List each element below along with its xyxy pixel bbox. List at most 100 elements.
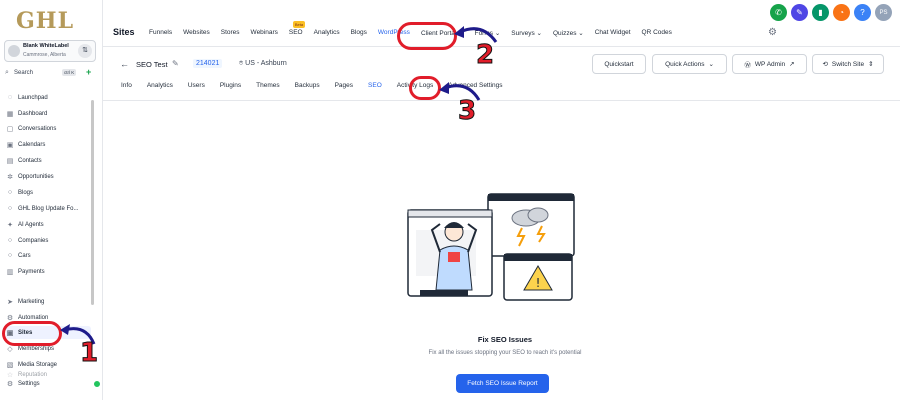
tab-users[interactable]: Users [188,82,205,89]
search-shortcut: ctrl K [62,69,77,76]
tab-qr-codes[interactable]: QR Codes [642,29,672,37]
online-status-dot [92,379,102,389]
site-id-badge[interactable]: 214021 [193,59,223,68]
quick-add-icon[interactable]: + [86,67,91,77]
svg-text:!: ! [536,276,541,290]
sidebar-item-blogs[interactable]: ○ Blogs [6,186,91,199]
chevron-down-icon: ⌄ [708,61,714,68]
sidebar-item-label: Conversations [18,125,57,132]
sidebar-item-label: Contacts [18,157,42,164]
tab-seo-label: SEO [288,29,303,36]
beta-badge: Beta [292,21,306,28]
tab-analytics[interactable]: Analytics [314,29,340,37]
ai-icon: ✦ [7,221,13,229]
tab-pages[interactable]: Pages [335,82,353,89]
settings-gear-icon[interactable]: ⚙ [768,27,777,38]
updown-icon: ⇕ [868,61,874,68]
sidebar-item-label: AI Agents [18,221,44,228]
sidebar-item-payments[interactable]: ▥ Payments [6,265,91,278]
tab-quizzes[interactable]: Quizzes ⌄ [553,29,584,37]
sidebar-item-cars[interactable]: ○ Cars [6,249,91,262]
sidebar-item-settings[interactable]: ⚙ Settings [6,377,91,390]
external-link-icon: ↗ [789,61,795,68]
brand-logo: GHL [16,8,75,34]
window-titlebar [488,194,574,201]
search-icon: ⌕ [5,69,9,76]
megaphone-icon[interactable]: ✎ [791,4,808,21]
switch-site-button[interactable]: ⟲ Switch Site ⇕ [812,54,884,74]
sidebar-item-label: GHL Blog Update Fo... [18,205,79,212]
sidebar-item-label: Companies [18,237,49,244]
location-pin-icon: ⌾ [239,60,244,67]
sidebar-item-companies[interactable]: ○ Companies [6,234,91,247]
sidebar-item-label: Memberships [18,345,55,352]
tab-site-seo[interactable]: SEO [368,82,382,89]
page-title: Sites [113,27,135,37]
rocket-icon: ◌ [7,94,13,101]
tab-blogs[interactable]: Blogs [351,29,367,37]
empty-state-title: Fix SEO Issues [477,335,533,344]
callout-ring-wordpress [397,22,457,50]
account-name: Blank WhiteLabel [23,43,69,49]
sidebar-scrollbar[interactable] [91,100,94,305]
swap-icon[interactable]: ⇅ [78,44,92,58]
wp-admin-label: WP Admin [754,60,786,68]
tab-seo[interactable]: Beta SEO [288,21,306,37]
sidebar-item-contacts[interactable]: ▤ Contacts [6,154,91,167]
sidebar-item-launchpad[interactable]: ◌ Launchpad [6,91,91,104]
sidebar-search[interactable]: ⌕ Search ctrl K [4,68,78,80]
tab-funnels[interactable]: Funnels [149,29,172,37]
site-header: ← SEO Test ✎ 214021 ⌾ US - Ashburn Quick… [103,47,900,101]
callout-number-2: 2 [475,40,495,71]
chart-icon[interactable]: ▮ [812,4,829,21]
gear-icon: ⚙ [6,380,14,388]
tab-site-analytics[interactable]: Analytics [147,82,173,89]
top-action-icons: ✆ ✎ ▮ ◔ ? PS [770,4,892,21]
sidebar-item-conversations[interactable]: ▢ Conversations [6,122,91,135]
avatar[interactable]: PS [875,4,892,21]
tab-websites[interactable]: Websites [183,29,210,37]
empty-state-description: Fix all the issues stopping your SEO to … [428,350,582,356]
site-location-label: US - Ashburn [245,60,287,67]
sidebar-item-label: Payments [18,268,45,275]
sidebar-item-marketing[interactable]: ➤ Marketing [6,295,91,308]
tab-chat-widget[interactable]: Chat Widget [595,29,631,37]
tab-info[interactable]: Info [121,82,132,89]
company-icon: ○ [7,237,13,244]
sidebar-item-label: Media Storage [18,361,58,368]
payments-icon: ▥ [6,268,14,276]
top-bar: Sites Funnels Websites Stores Webinars B… [103,0,900,47]
phone-icon[interactable]: ✆ [770,4,787,21]
blog-icon: ○ [7,189,13,196]
sidebar-item-ai-agents[interactable]: ✦ AI Agents [6,218,91,231]
account-switcher[interactable]: Blank WhiteLabel Cammrose, Alberta ⇅ [4,40,96,62]
sidebar-item-calendars[interactable]: ▣ Calendars [6,138,91,151]
sidebar-item-label: Cars [18,252,31,259]
switch-icon: ⟲ [822,61,828,68]
sidebar-item-label: Settings [18,380,40,387]
calendar-icon: ▣ [6,141,14,149]
tab-stores[interactable]: Stores [221,29,240,37]
blog-icon: ○ [7,205,13,212]
tab-plugins[interactable]: Plugins [220,82,241,89]
tab-surveys[interactable]: Surveys ⌄ [511,29,542,37]
tab-themes[interactable]: Themes [256,82,279,89]
wp-admin-button[interactable]: Ⓦ WP Admin ↗ [732,54,807,74]
site-location: ⌾ US - Ashburn [239,60,287,68]
fetch-seo-report-button[interactable]: Fetch SEO Issue Report [456,374,549,393]
help-icon[interactable]: ? [854,4,871,21]
quickstart-button[interactable]: Quickstart [592,54,646,74]
tab-backups[interactable]: Backups [295,82,320,89]
tab-webinars[interactable]: Webinars [251,29,278,37]
sidebar-item-opportunities[interactable]: ✲ Opportunities [6,170,91,183]
sidebar-item-ghl-blog[interactable]: ○ GHL Blog Update Fo... [6,202,91,215]
sidebar-item-dashboard[interactable]: ▦ Dashboard [6,107,91,120]
sidebar-item-label: Opportunities [18,173,54,180]
bell-icon[interactable]: ◔ [833,4,850,21]
seo-issues-illustration: ! [407,193,575,301]
edit-icon[interactable]: ✎ [172,59,179,68]
back-arrow-icon[interactable]: ← [120,59,129,69]
car-icon: ○ [7,252,13,259]
quick-actions-button[interactable]: Quick Actions ⌄ [652,54,727,74]
account-location: Cammrose, Alberta [23,52,66,58]
